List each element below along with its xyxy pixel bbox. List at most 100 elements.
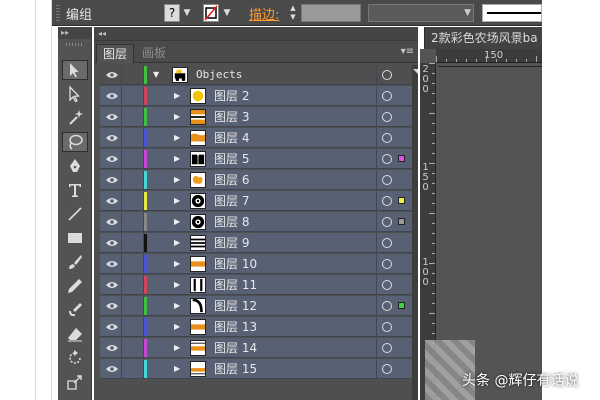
- expand-arrow-icon[interactable]: ▶: [174, 317, 180, 337]
- visibility-toggle[interactable]: [102, 128, 122, 148]
- target-circle-icon[interactable]: [382, 133, 392, 143]
- direct-selection-tool-icon[interactable]: [62, 84, 88, 104]
- lock-toggle[interactable]: [122, 65, 144, 85]
- stroke-dropdown-icon[interactable]: ▼: [221, 4, 233, 22]
- lock-toggle[interactable]: [122, 170, 144, 190]
- lock-toggle[interactable]: [122, 338, 144, 358]
- expand-arrow-icon[interactable]: ▶: [174, 254, 180, 274]
- stroke-swatch[interactable]: [203, 4, 219, 22]
- visibility-toggle[interactable]: [102, 233, 122, 253]
- layer-row[interactable]: ▶ 图层 10: [100, 254, 412, 274]
- layer-row[interactable]: ▶ 图层 6: [100, 170, 412, 190]
- target-circle-icon[interactable]: [382, 343, 392, 353]
- target-circle-icon[interactable]: [382, 322, 392, 332]
- rectangle-tool-icon[interactable]: [62, 228, 88, 248]
- layer-name[interactable]: 图层 13: [214, 317, 257, 337]
- layer-name[interactable]: 图层 12: [214, 296, 257, 316]
- expand-arrow-icon[interactable]: ▶: [174, 296, 180, 316]
- type-tool-icon[interactable]: [62, 180, 88, 200]
- expand-arrow-icon[interactable]: ▶: [174, 191, 180, 211]
- scale-tool-icon[interactable]: [62, 372, 88, 392]
- expand-arrow-icon[interactable]: ▼: [153, 65, 159, 85]
- target-circle-icon[interactable]: [382, 154, 392, 164]
- layer-row[interactable]: ▶ 图层 13: [100, 317, 412, 337]
- lock-toggle[interactable]: [122, 275, 144, 295]
- tab-artboards[interactable]: 画板: [136, 44, 172, 63]
- fill-dropdown-icon[interactable]: ▼: [181, 4, 193, 22]
- expand-arrow-icon[interactable]: ▶: [174, 359, 180, 379]
- visibility-toggle[interactable]: [102, 65, 122, 85]
- layer-row-objects[interactable]: ▼ Objects: [100, 65, 412, 85]
- layer-name[interactable]: 图层 2: [214, 86, 249, 106]
- tools-grip[interactable]: [66, 43, 83, 46]
- visibility-toggle[interactable]: [102, 338, 122, 358]
- layer-name[interactable]: Objects: [196, 65, 242, 85]
- layer-name[interactable]: 图层 10: [214, 254, 257, 274]
- layer-name[interactable]: 图层 14: [214, 338, 257, 358]
- drag-grip-icon[interactable]: [56, 5, 60, 21]
- layer-row[interactable]: ▶ 图层 2: [100, 86, 412, 106]
- layer-row[interactable]: ▶ 图层 7: [100, 191, 412, 211]
- target-circle-icon[interactable]: [382, 91, 392, 101]
- layer-row[interactable]: ▶ 图层 9: [100, 233, 412, 253]
- visibility-toggle[interactable]: [102, 212, 122, 232]
- document-tab[interactable]: 2款彩色农场风景ba: [424, 27, 542, 49]
- visibility-toggle[interactable]: [102, 170, 122, 190]
- selection-indicator[interactable]: [398, 302, 405, 309]
- visibility-toggle[interactable]: [102, 275, 122, 295]
- tab-layers[interactable]: 图层: [96, 44, 135, 63]
- layer-row[interactable]: ▶ 图层 15: [100, 359, 412, 379]
- fill-swatch[interactable]: ?: [164, 4, 180, 22]
- layer-name[interactable]: 图层 6: [214, 170, 249, 190]
- panel-menu-icon[interactable]: ▾≡: [401, 46, 414, 57]
- layer-name[interactable]: 图层 8: [214, 212, 249, 232]
- expand-arrow-icon[interactable]: ▶: [174, 338, 180, 358]
- pencil-tool-icon[interactable]: [62, 276, 88, 296]
- lock-toggle[interactable]: [122, 233, 144, 253]
- visibility-toggle[interactable]: [102, 191, 122, 211]
- selection-indicator[interactable]: [398, 197, 405, 204]
- layer-name[interactable]: 图层 5: [214, 149, 249, 169]
- lock-toggle[interactable]: [122, 212, 144, 232]
- target-circle-icon[interactable]: [382, 364, 392, 374]
- layer-row[interactable]: ▶ 图层 4: [100, 128, 412, 148]
- target-circle-icon[interactable]: [382, 259, 392, 269]
- stroke-weight-input[interactable]: [301, 4, 361, 22]
- layer-name[interactable]: 图层 4: [214, 128, 249, 148]
- target-circle-icon[interactable]: [382, 70, 392, 80]
- target-circle-icon[interactable]: [382, 112, 392, 122]
- layer-name[interactable]: 图层 9: [214, 233, 249, 253]
- blob-brush-tool-icon[interactable]: [62, 300, 88, 320]
- lock-toggle[interactable]: [122, 107, 144, 127]
- expand-arrow-icon[interactable]: ▶: [174, 107, 180, 127]
- tools-panel-header[interactable]: ▸▸: [58, 27, 91, 39]
- visibility-toggle[interactable]: [102, 107, 122, 127]
- layer-name[interactable]: 图层 7: [214, 191, 249, 211]
- paintbrush-tool-icon[interactable]: [62, 252, 88, 272]
- expand-arrow-icon[interactable]: ▶: [174, 86, 180, 106]
- visibility-toggle[interactable]: [102, 317, 122, 337]
- layer-name[interactable]: 图层 11: [214, 275, 257, 295]
- eraser-tool-icon[interactable]: [62, 324, 88, 344]
- visibility-toggle[interactable]: [102, 254, 122, 274]
- visibility-toggle[interactable]: [102, 86, 122, 106]
- selection-tool-icon[interactable]: [62, 60, 88, 80]
- visibility-toggle[interactable]: [102, 296, 122, 316]
- layer-name[interactable]: 图层 3: [214, 107, 249, 127]
- magic-wand-tool-icon[interactable]: [62, 108, 88, 128]
- stroke-spinner-icon[interactable]: ▲ ▼: [287, 4, 299, 22]
- horizontal-ruler[interactable]: 150: [436, 49, 542, 63]
- lock-toggle[interactable]: [122, 128, 144, 148]
- selection-indicator[interactable]: [398, 155, 405, 162]
- expand-arrow-icon[interactable]: ▶: [174, 149, 180, 169]
- target-circle-icon[interactable]: [382, 280, 392, 290]
- pen-tool-icon[interactable]: [62, 156, 88, 176]
- brush-definition-preview[interactable]: [482, 4, 542, 22]
- layers-panel-header[interactable]: ◂◂: [94, 27, 418, 41]
- layer-row[interactable]: ▶ 图层 14: [100, 338, 412, 358]
- lock-toggle[interactable]: [122, 191, 144, 211]
- layers-scrollbar[interactable]: [412, 65, 418, 400]
- layer-row[interactable]: ▶ 图层 3: [100, 107, 412, 127]
- variable-width-select[interactable]: ▼: [368, 4, 474, 22]
- stroke-weight-label[interactable]: 描边:: [249, 4, 279, 23]
